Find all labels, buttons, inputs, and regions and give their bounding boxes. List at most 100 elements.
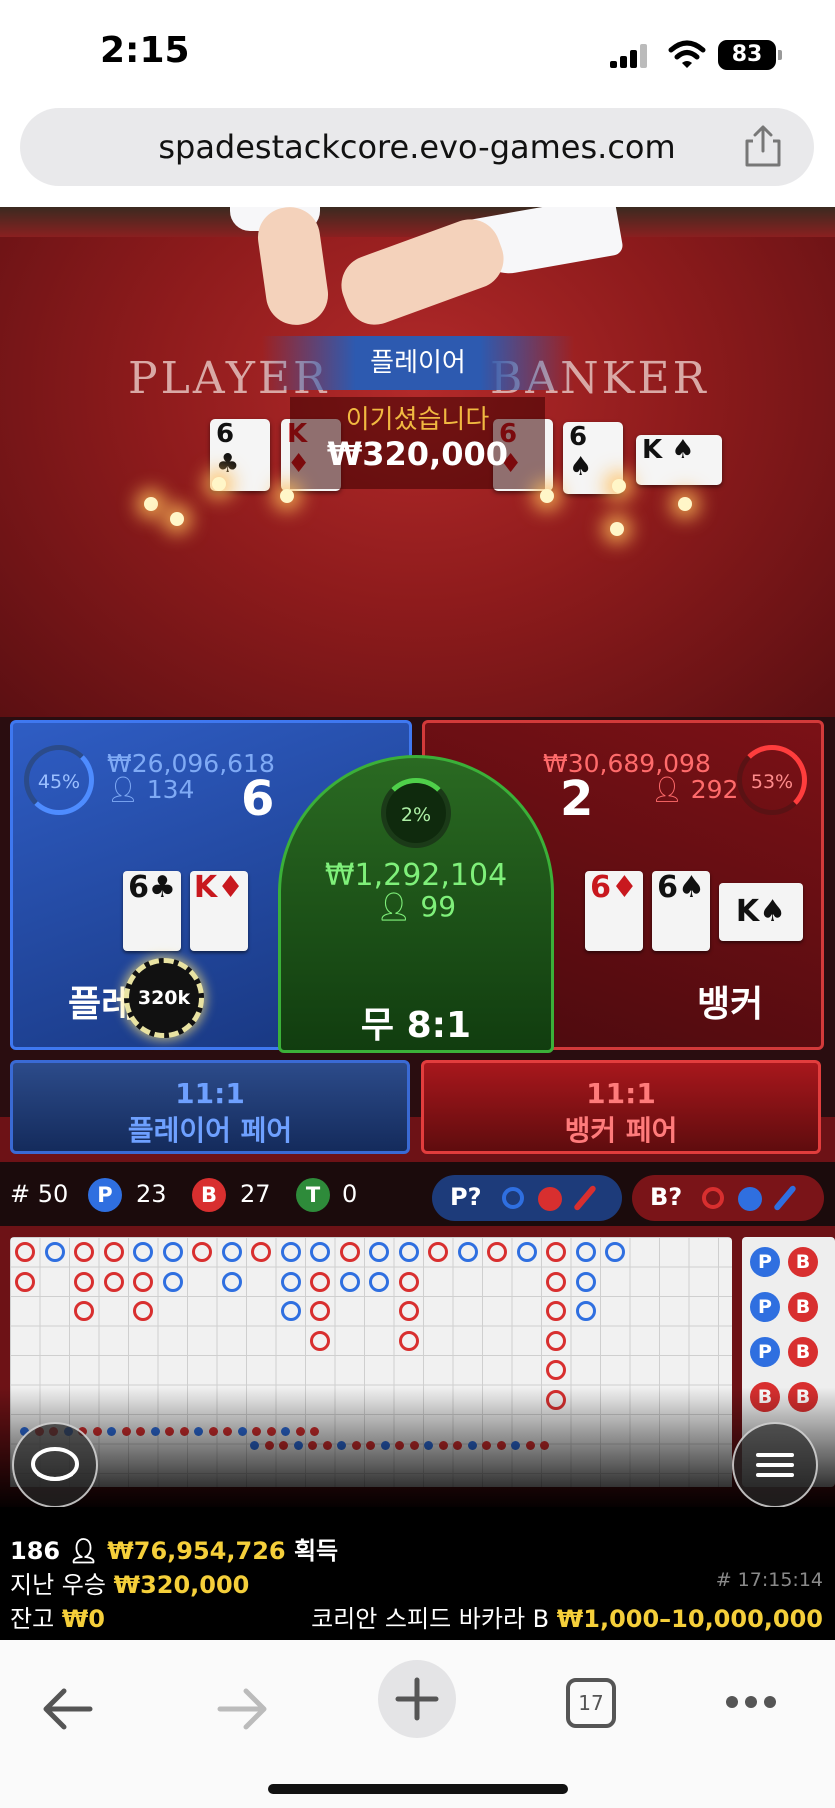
- big-road-mark: [575, 1242, 596, 1262]
- player-percent-ring: 45%: [24, 745, 94, 815]
- game-footer: 186 👤︎ ₩76,954,726 획득 지난 우승 ₩320,000 # 1…: [0, 1507, 835, 1640]
- big-road-mark: [133, 1271, 153, 1292]
- big-road-mark: [369, 1242, 389, 1262]
- big-road-mark: [398, 1301, 419, 1321]
- scoreboard-fade: [0, 1387, 835, 1507]
- big-road-mark: [546, 1360, 566, 1380]
- tie-bet-spot[interactable]: 2% ₩1,292,104 👤︎ 99 무 8:1: [278, 755, 554, 1053]
- bet-limits: ₩1,000–10,000,000: [556, 1605, 823, 1633]
- bead-road-mark: P: [750, 1337, 780, 1367]
- sparkle: [170, 512, 184, 526]
- big-road-mark: [428, 1242, 448, 1262]
- status-time: 2:15: [100, 30, 190, 71]
- bead-road-mark: B: [788, 1292, 818, 1322]
- big-road-mark: [44, 1242, 65, 1262]
- big-road-mark: [575, 1271, 596, 1292]
- tie-count: 0: [342, 1180, 358, 1208]
- player-total: 6: [241, 771, 275, 827]
- round-count: # 50: [10, 1180, 69, 1208]
- banker-mini-card-3: K♠: [719, 883, 803, 941]
- big-road-mark: [398, 1242, 419, 1262]
- win-label: 이기셨습니다: [345, 405, 490, 435]
- sparkle: [212, 477, 226, 491]
- bead-road-mark: B: [788, 1247, 818, 1277]
- url-text[interactable]: spadestackcore.evo-games.com: [20, 108, 814, 186]
- player-pair-button[interactable]: 11:1 플레이어 페어: [10, 1060, 410, 1154]
- banker-total: 2: [560, 771, 594, 827]
- big-road-mark: [280, 1301, 301, 1321]
- big-road-mark: [457, 1242, 478, 1262]
- big-road-mark: [280, 1242, 301, 1262]
- big-road-mark: [339, 1242, 360, 1262]
- sparkle: [540, 489, 554, 503]
- big-road-mark: [74, 1271, 94, 1292]
- signal-icon: [610, 44, 650, 68]
- battery-icon: 83: [718, 40, 776, 70]
- big-road-mark: [103, 1271, 124, 1292]
- forward-arrow-icon[interactable]: [214, 1684, 270, 1734]
- chat-button[interactable]: [12, 1422, 98, 1508]
- bead-road-mark: P: [750, 1247, 780, 1277]
- banker-pair-odds: 11:1: [586, 1077, 656, 1110]
- banker-card-3: K ♠: [636, 435, 722, 485]
- big-road-mark: [575, 1301, 596, 1321]
- big-road-mark: [162, 1242, 183, 1262]
- banker-pair-button[interactable]: 11:1 뱅커 페어: [421, 1060, 821, 1154]
- online-count: 186 👤︎ ₩76,954,726 획득: [10, 1537, 339, 1565]
- last-win: 지난 우승 ₩320,000: [10, 1571, 250, 1599]
- tie-bettor-count: 👤︎ 99: [375, 890, 457, 923]
- big-road-mark: [221, 1242, 242, 1262]
- new-tab-button[interactable]: [378, 1660, 456, 1738]
- win-amount: ₩320,000: [326, 435, 509, 473]
- big-road-mark: [546, 1242, 566, 1262]
- big-road-mark: [162, 1271, 183, 1292]
- win-notification: 이기셨습니다 ₩320,000: [290, 397, 545, 489]
- predict-big-road-icon: [502, 1187, 524, 1209]
- more-icon[interactable]: [726, 1696, 776, 1710]
- big-road-mark: [15, 1242, 35, 1262]
- status-bar: 2:15 83: [0, 0, 835, 105]
- share-icon[interactable]: [740, 123, 786, 169]
- big-road-mark: [192, 1242, 212, 1262]
- player-pair-odds: 11:1: [175, 1077, 245, 1110]
- big-road-mark: [310, 1330, 330, 1351]
- plus-icon: [395, 1677, 439, 1721]
- player-win-badge: P: [88, 1178, 122, 1212]
- predict-small-road-icon: [738, 1187, 762, 1211]
- battery-tip: [778, 50, 782, 60]
- total-win-amount: ₩76,954,726: [107, 1537, 286, 1565]
- predict-cockroach-icon: [773, 1184, 797, 1212]
- banker-predict-button[interactable]: B?: [632, 1175, 824, 1221]
- big-road-mark: [310, 1301, 330, 1321]
- player-mini-card-1: 6♣: [123, 871, 181, 951]
- big-road-mark: [369, 1271, 389, 1292]
- player-win-count: 23: [136, 1180, 167, 1208]
- player-bettor-count: 👤︎ 134: [107, 775, 195, 804]
- back-arrow-icon[interactable]: [40, 1684, 96, 1734]
- big-road-mark: [251, 1242, 271, 1262]
- big-road-mark: [339, 1271, 360, 1292]
- big-road-mark: [280, 1271, 301, 1292]
- banker-predict-label: B?: [650, 1183, 683, 1211]
- big-road-mark: [487, 1242, 507, 1262]
- big-road-mark: [103, 1242, 124, 1262]
- last-win-amount: ₩320,000: [113, 1571, 250, 1599]
- banker-mini-card-1: 6♦: [585, 871, 643, 951]
- banker-win-badge: B: [192, 1178, 226, 1212]
- banker-spot-label: 뱅커: [697, 984, 764, 1025]
- big-road-mark: [398, 1330, 419, 1351]
- big-road-mark: [546, 1301, 566, 1321]
- tie-percent-ring: 2%: [381, 778, 451, 848]
- menu-button[interactable]: [732, 1422, 818, 1508]
- player-mini-card-2: K♦: [190, 871, 248, 951]
- banker-bettor-count: 👤︎ 292: [651, 775, 739, 804]
- sparkle: [610, 522, 624, 536]
- round-id: # 17:15:14: [715, 1569, 823, 1591]
- tie-spot-label: 무 8:1: [360, 1005, 472, 1046]
- bet-chip: 320k: [124, 958, 204, 1038]
- player-predict-button[interactable]: P?: [432, 1175, 622, 1221]
- bead-road-mark: B: [788, 1337, 818, 1367]
- table-info: 코리안 스피드 바카라 B ₩1,000–10,000,000: [311, 1605, 823, 1633]
- tabs-button[interactable]: 17: [566, 1678, 616, 1728]
- banker-percent-ring: 53%: [737, 745, 807, 815]
